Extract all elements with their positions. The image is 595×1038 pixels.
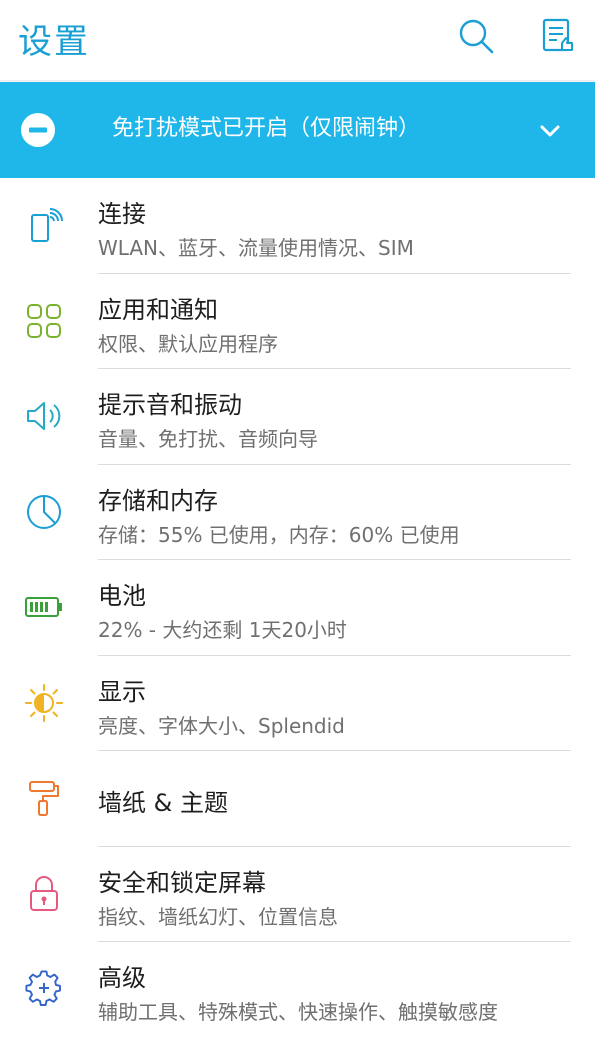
settings-item-battery[interactable]: 电池 22% - 大约还剩 1天20小时 bbox=[0, 560, 595, 656]
item-subtitle: 22% - 大约还剩 1天20小时 bbox=[98, 618, 347, 642]
settings-item-display[interactable]: 显示 亮度、字体大小、Splendid bbox=[0, 656, 595, 751]
brightness-icon bbox=[25, 683, 63, 722]
item-subtitle: 亮度、字体大小、Splendid bbox=[98, 713, 345, 738]
feedback-icon bbox=[542, 18, 573, 52]
item-title: 安全和锁定屏幕 bbox=[98, 868, 266, 897]
item-subtitle: 存储：55% 已使用，内存：60% 已使用 bbox=[98, 522, 460, 547]
item-title: 连接 bbox=[98, 200, 146, 228]
pie-chart-icon bbox=[27, 494, 61, 529]
apps-grid-icon bbox=[27, 303, 61, 338]
settings-item-apps[interactable]: 应用和通知 权限、默认应用程序 bbox=[0, 274, 595, 369]
do-not-disturb-icon bbox=[21, 113, 55, 147]
settings-item-wallpaper[interactable]: 墙纸 & 主题 bbox=[0, 751, 595, 847]
settings-item-security[interactable]: 安全和锁定屏幕 指纹、墙纸幻灯、位置信息 bbox=[0, 847, 595, 942]
item-title: 电池 bbox=[98, 582, 146, 610]
item-title: 应用和通知 bbox=[98, 295, 218, 324]
item-subtitle: WLAN、蓝牙、流量使用情况、SIM bbox=[98, 236, 414, 260]
dnd-banner-text: 免打扰模式已开启（仅限闹钟） bbox=[112, 116, 421, 141]
chevron-down-icon[interactable] bbox=[535, 116, 565, 146]
settings-item-storage[interactable]: 存储和内存 存储：55% 已使用，内存：60% 已使用 bbox=[0, 465, 595, 560]
item-subtitle: 权限、默认应用程序 bbox=[98, 331, 278, 356]
settings-list: 连接 WLAN、蓝牙、流量使用情况、SIM 应用和通知 权限、默认应用程序 提示… bbox=[0, 178, 595, 1038]
item-title: 墙纸 & 主题 bbox=[98, 789, 228, 817]
speaker-icon bbox=[27, 402, 61, 430]
gear-plus-icon bbox=[25, 970, 61, 1006]
item-title: 提示音和振动 bbox=[98, 391, 242, 419]
app-bar: 设置 bbox=[0, 0, 595, 80]
feedback-button[interactable] bbox=[536, 14, 580, 58]
lock-icon bbox=[30, 875, 58, 911]
battery-icon bbox=[25, 597, 62, 617]
search-icon bbox=[459, 19, 494, 54]
paint-roller-icon bbox=[29, 781, 59, 816]
settings-item-sound[interactable]: 提示音和振动 音量、免打扰、音频向导 bbox=[0, 369, 595, 465]
item-subtitle: 音量、免打扰、音频向导 bbox=[98, 427, 318, 451]
search-button[interactable] bbox=[454, 14, 498, 58]
item-subtitle: 辅助工具、特殊模式、快速操作、触摸敏感度 bbox=[98, 1000, 498, 1024]
dnd-banner[interactable]: 免打扰模式已开启（仅限闹钟） bbox=[0, 82, 595, 178]
item-title: 存储和内存 bbox=[98, 486, 218, 515]
settings-item-connections[interactable]: 连接 WLAN、蓝牙、流量使用情况、SIM bbox=[0, 178, 595, 274]
page-title: 设置 bbox=[18, 22, 90, 62]
item-title: 显示 bbox=[98, 677, 146, 706]
settings-item-advanced[interactable]: 高级 辅助工具、特殊模式、快速操作、触摸敏感度 bbox=[0, 942, 595, 1038]
phone-wireless-icon bbox=[31, 208, 63, 242]
item-title: 高级 bbox=[98, 964, 146, 992]
item-subtitle: 指纹、墙纸幻灯、位置信息 bbox=[98, 904, 338, 929]
